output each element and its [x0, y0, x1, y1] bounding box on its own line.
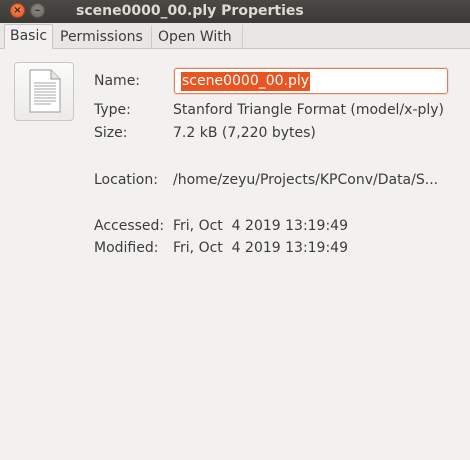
- accessed-value: Fri, Oct 4 2019 13:19:49: [173, 218, 348, 234]
- size-label: Size:: [94, 125, 128, 141]
- file-icon-button[interactable]: [14, 62, 74, 121]
- minimize-button[interactable]: –: [30, 3, 45, 18]
- tab-bar: Basic Permissions Open With: [0, 23, 470, 49]
- modified-value: Fri, Oct 4 2019 13:19:49: [173, 240, 348, 256]
- tab-open-with[interactable]: Open With: [153, 25, 243, 49]
- name-label: Name:: [94, 73, 141, 89]
- type-value: Stanford Triangle Format (model/x-ply): [173, 102, 445, 118]
- document-icon: [29, 69, 61, 113]
- name-field[interactable]: scene0000_00.ply: [174, 68, 448, 94]
- type-label: Type:: [94, 102, 131, 118]
- size-value: 7.2 kB (7,220 bytes): [173, 125, 316, 141]
- location-label: Location:: [94, 172, 158, 188]
- name-field-selected-text: scene0000_00.ply: [181, 72, 311, 91]
- modified-label: Modified:: [94, 240, 159, 256]
- location-value[interactable]: /home/zeyu/Projects/KPConv/Data/S...: [173, 170, 448, 190]
- close-icon: ×: [13, 5, 22, 16]
- title-bar[interactable]: × – scene0000_00.ply Properties: [0, 0, 470, 23]
- minimize-icon: –: [35, 5, 40, 16]
- basic-panel: Name: scene0000_00.ply Type: Stanford Tr…: [0, 49, 470, 460]
- tab-permissions[interactable]: Permissions: [55, 25, 152, 49]
- tab-basic[interactable]: Basic: [4, 24, 53, 49]
- properties-window: × – scene0000_00.ply Properties Basic Pe…: [0, 0, 470, 460]
- window-title: scene0000_00.ply Properties: [76, 3, 304, 19]
- accessed-label: Accessed:: [94, 218, 165, 234]
- close-button[interactable]: ×: [10, 3, 25, 18]
